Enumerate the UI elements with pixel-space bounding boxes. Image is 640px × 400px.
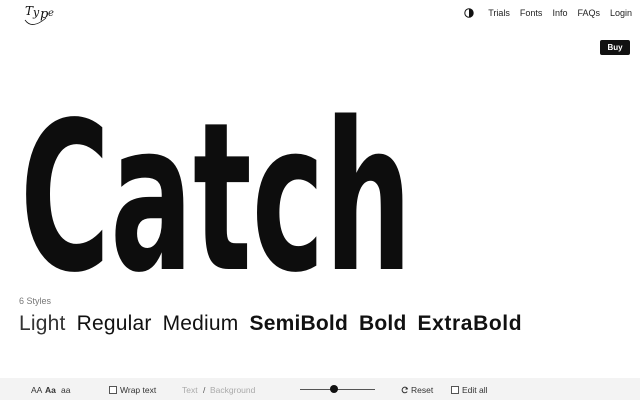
edit-all-checkbox[interactable] <box>451 386 459 394</box>
style-weights-list: Light Regular Medium SemiBold Bold Extra… <box>19 312 527 336</box>
type-tester-toolbar: AA Aa aa Wrap text Text / Background Res… <box>0 378 640 400</box>
style-extrabold[interactable]: ExtraBold <box>418 312 523 335</box>
nav-faqs[interactable]: FAQs <box>577 8 600 18</box>
svg-text:e: e <box>48 8 54 19</box>
edit-all-toggle[interactable]: Edit all <box>451 385 488 395</box>
case-titlecase-button[interactable]: Aa <box>45 385 56 395</box>
reset-button[interactable]: Reset <box>401 385 433 395</box>
wrap-text-label: Wrap text <box>120 385 157 395</box>
reset-icon <box>401 386 409 394</box>
size-slider-thumb[interactable] <box>329 385 338 393</box>
nav-fonts[interactable]: Fonts <box>520 8 543 18</box>
specimen-hero-glyphs: Catch <box>20 97 412 281</box>
svg-text:y: y <box>32 6 40 19</box>
style-regular[interactable]: Regular <box>77 312 152 335</box>
nav-trials[interactable]: Trials <box>488 8 510 18</box>
wrap-text-toggle[interactable]: Wrap text <box>109 385 156 395</box>
text-color-toggle[interactable]: Text <box>182 385 198 395</box>
edit-all-label: Edit all <box>462 385 488 395</box>
style-bold[interactable]: Bold <box>359 312 406 335</box>
buy-button[interactable]: Buy <box>600 40 630 55</box>
theme-toggle-icon[interactable] <box>464 8 474 18</box>
background-color-toggle[interactable]: Background <box>210 385 255 395</box>
reset-label: Reset <box>411 385 434 395</box>
wrap-text-checkbox[interactable] <box>109 386 117 394</box>
nav-login[interactable]: Login <box>610 8 632 18</box>
nav-info[interactable]: Info <box>552 8 567 18</box>
styles-count: 6 Styles <box>19 296 52 306</box>
top-navigation: Trials Fonts Info FAQs Login <box>464 8 632 18</box>
style-medium[interactable]: Medium <box>163 312 239 335</box>
style-light[interactable]: Light <box>19 312 66 335</box>
case-lowercase-button[interactable]: aa <box>61 385 70 395</box>
case-uppercase-button[interactable]: AA <box>31 385 42 395</box>
specimen-hero-text[interactable]: Catch <box>20 97 440 281</box>
style-semibold[interactable]: SemiBold <box>250 312 348 335</box>
brand-logo[interactable]: T y p e <box>22 2 56 32</box>
toggle-separator: / <box>203 385 206 395</box>
